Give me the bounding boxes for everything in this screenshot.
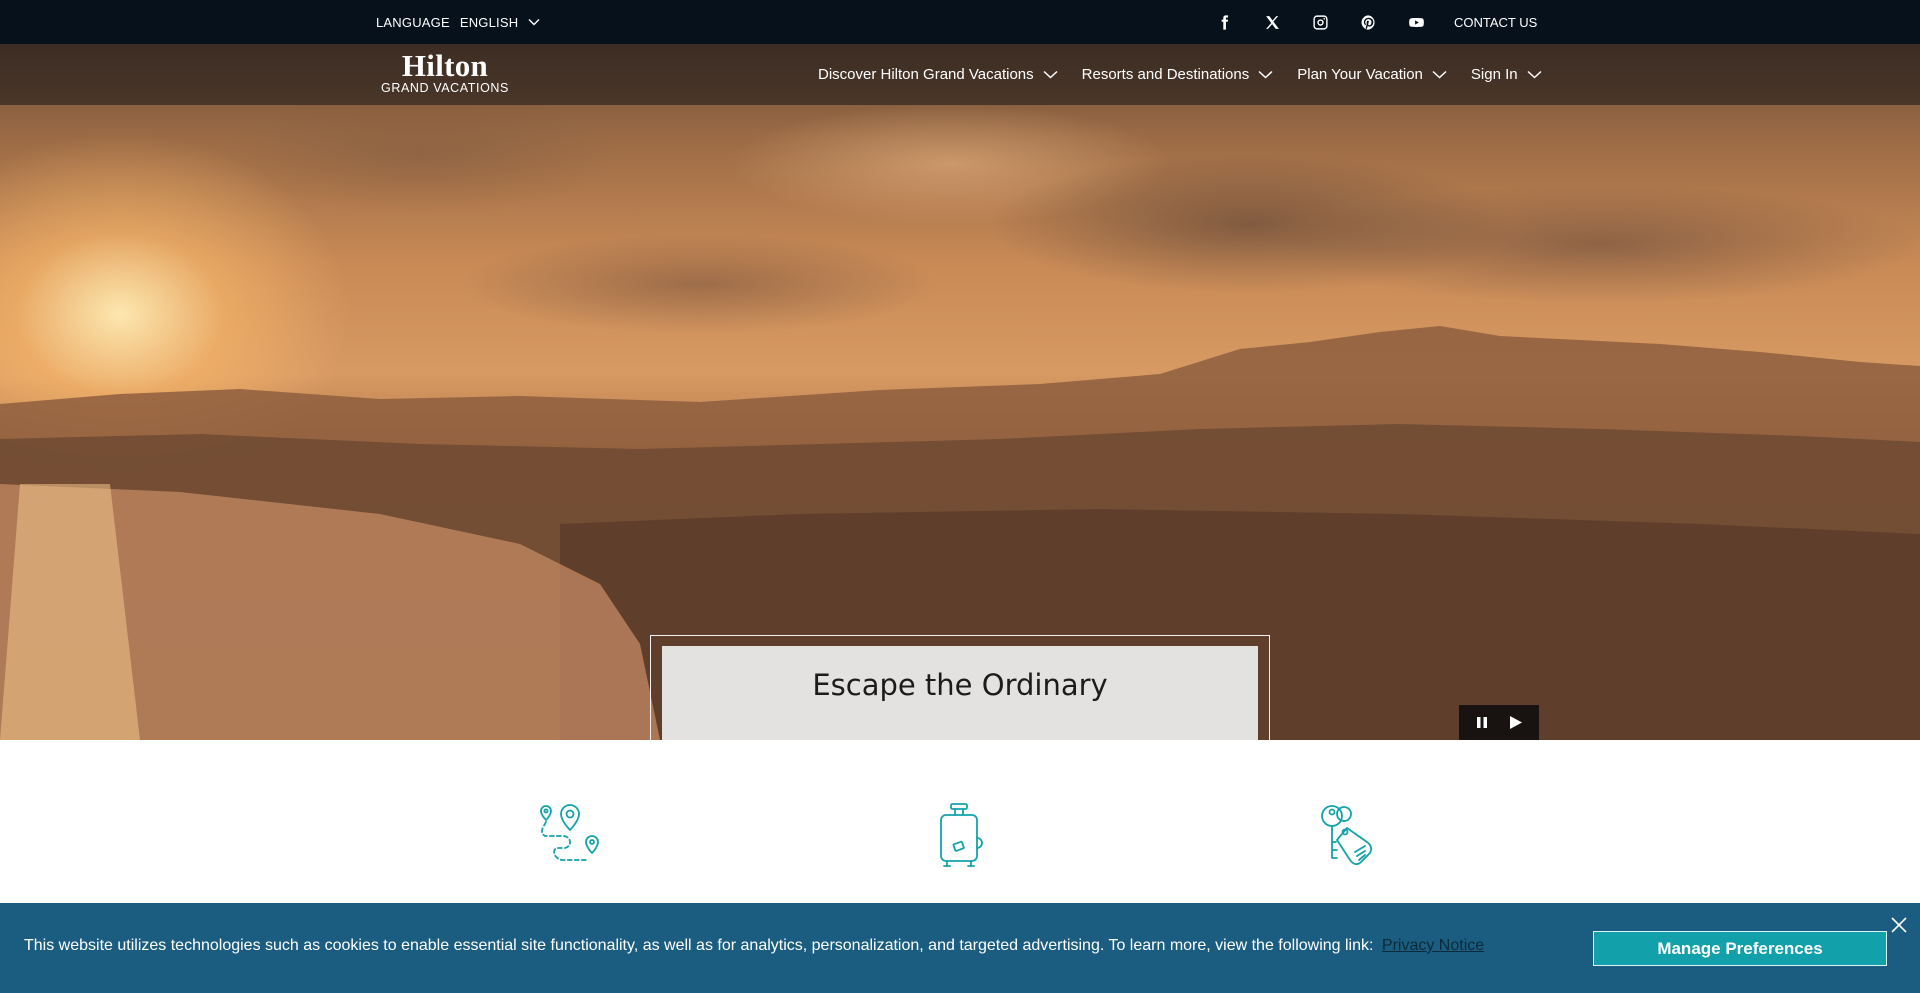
chevron-down-icon (1432, 70, 1447, 79)
close-icon[interactable] (1890, 916, 1908, 934)
nav-item-label: Resorts and Destinations (1081, 66, 1250, 83)
nav-item-resorts[interactable]: Resorts and Destinations (1082, 66, 1274, 83)
x-twitter-icon[interactable] (1248, 0, 1296, 44)
contact-us-link[interactable]: CONTACT US (1454, 0, 1537, 44)
chevron-down-icon (528, 19, 540, 26)
youtube-icon[interactable] (1392, 0, 1440, 44)
nav-item-label: Plan Your Vacation (1297, 66, 1423, 83)
map-route-icon (535, 802, 605, 870)
nav-item-plan[interactable]: Plan Your Vacation (1297, 66, 1447, 83)
nav-item-sign-in[interactable]: Sign In (1471, 66, 1542, 83)
pinterest-icon[interactable] (1344, 0, 1392, 44)
nav-item-label: Discover Hilton Grand Vacations (818, 66, 1034, 83)
keys-tag-icon (1315, 802, 1385, 870)
facebook-icon[interactable] (1200, 0, 1248, 44)
manage-preferences-button[interactable]: Manage Preferences (1593, 931, 1887, 966)
language-selector[interactable]: LANGUAGE ENGLISH (376, 0, 540, 44)
language-value: ENGLISH (459, 14, 519, 30)
instagram-icon[interactable] (1296, 0, 1344, 44)
chevron-down-icon (1043, 70, 1058, 79)
hilton-grand-vacations-logo[interactable]: Hilton GRAND VACATIONS (380, 48, 510, 95)
cookie-message-text: This website utilizes technologies such … (24, 937, 1374, 954)
nav-item-discover[interactable]: Discover Hilton Grand Vacations (818, 66, 1058, 83)
main-navigation: Hilton GRAND VACATIONS Discover Hilton G… (0, 44, 1920, 105)
cookie-message: This website utilizes technologies such … (24, 936, 1484, 956)
features-section (0, 740, 1920, 903)
chevron-down-icon (1527, 70, 1542, 79)
privacy-notice-link[interactable]: Privacy Notice (1382, 937, 1484, 954)
hero-caption-card: Escape the Ordinary (662, 646, 1258, 740)
nav-item-label: Sign In (1470, 66, 1518, 83)
play-icon[interactable] (1502, 709, 1530, 737)
pause-icon[interactable] (1468, 709, 1496, 737)
logo-subtitle: GRAND VACATIONS (381, 81, 509, 95)
language-label: LANGUAGE (376, 14, 450, 30)
cookie-banner: This website utilizes technologies such … (0, 903, 1920, 993)
nav-menu: Discover Hilton Grand Vacations Resorts … (818, 44, 1542, 105)
social-links (1200, 0, 1440, 44)
suitcase-icon (925, 802, 995, 870)
hero-caption-title: Escape the Ordinary (812, 668, 1108, 702)
logo-wordmark: Hilton (401, 48, 489, 83)
utility-bar: LANGUAGE ENGLISH CONTACT US (0, 0, 1920, 44)
chevron-down-icon (1258, 70, 1273, 79)
video-controls (1459, 705, 1539, 740)
